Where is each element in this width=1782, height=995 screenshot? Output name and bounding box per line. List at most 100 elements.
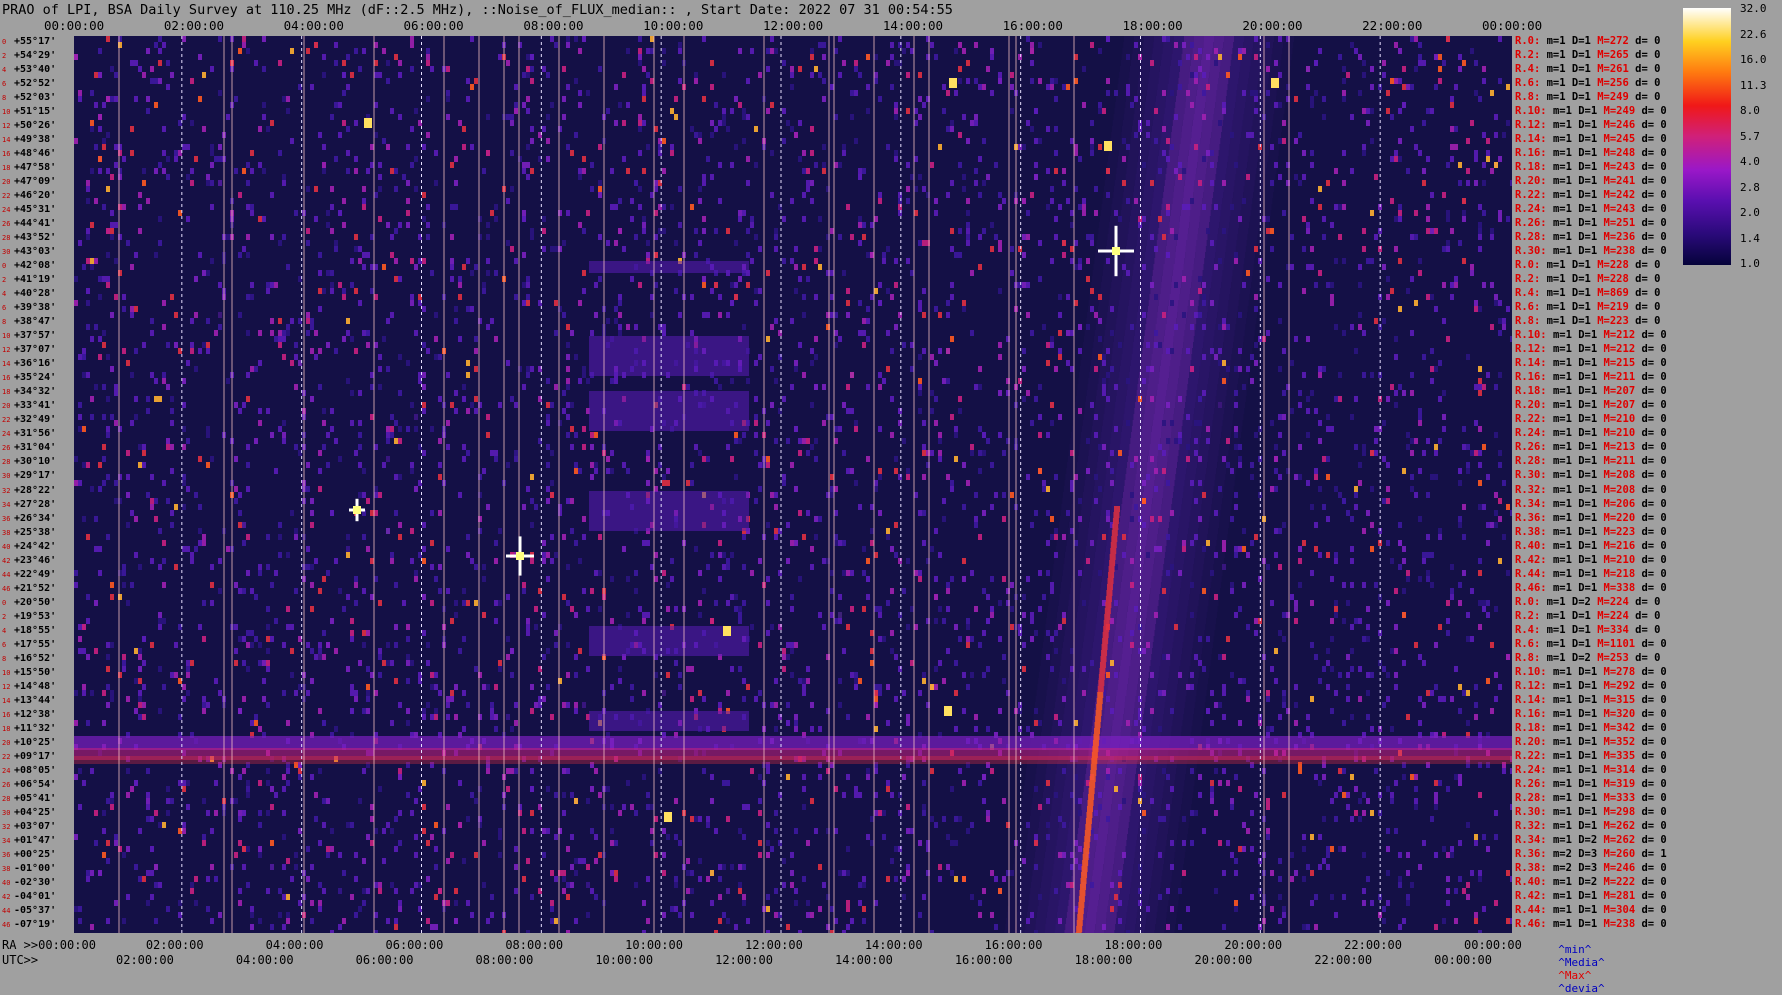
heatmap-cell [1182,48,1192,54]
heatmap-cell [1106,840,1116,846]
heatmap-cell [1358,54,1362,60]
heatmap-cell [1231,354,1241,360]
heatmap-cell [494,726,498,732]
heatmap-cell [362,768,366,774]
heatmap-cell [1210,288,1220,294]
heatmap-cell [1129,222,1139,228]
heatmap-cell [1115,324,1125,330]
heatmap-cell [1156,96,1166,102]
heatmap-cell [1174,36,1184,42]
heatmap-cell [1135,852,1145,858]
heatmap-cell [990,54,994,60]
heatmap-cell [1088,900,1098,906]
heatmap-cell [1144,786,1154,792]
heatmap-cell [370,264,374,270]
heatmap-cell [494,450,498,456]
heatmap-cell [554,918,558,924]
heatmap-cell [1030,912,1034,918]
heatmap-cell [1188,306,1198,312]
heatmap-cell [198,624,202,630]
heatmap-cell [842,60,846,66]
heatmap-cell [1314,924,1318,930]
heatmap-cell [890,630,894,636]
heatmap-cell [74,276,78,282]
heatmap-cell [1198,288,1202,294]
heatmap-cell [1189,150,1199,156]
heatmap-cell [1322,816,1326,822]
heatmap-cell [266,636,270,642]
heatmap-cell [1226,636,1230,642]
heatmap-cell [1390,288,1394,294]
heatmap-cell [1043,864,1053,870]
heatmap-cell [1074,840,1078,846]
heatmap-cell [1209,372,1219,378]
heatmap-cell [1162,420,1166,426]
heatmap-cell [1112,276,1122,282]
heatmap-cell [1159,594,1169,600]
heatmap-cell [1152,648,1162,654]
heatmap-cell [82,426,86,432]
heatmap-cell [1178,672,1182,678]
heatmap-cell [270,234,274,240]
heatmap-cell [1154,636,1164,642]
heatmap-cell [870,252,874,258]
heatmap-cell [1362,372,1366,378]
heatmap-cell [1221,432,1231,438]
heatmap-cell [506,240,510,246]
heatmap-cell [82,690,86,696]
heatmap-cell [1214,408,1224,414]
heatmap-cell [1138,78,1148,84]
heatmap-cell [1183,492,1193,498]
heatmap-cell [1129,594,1139,600]
heatmap-cell [1178,306,1188,312]
top-tick-label: 22:00:00 [1362,18,1422,33]
heatmap-cell [86,876,90,882]
heatmap-cell [1198,66,1202,72]
heatmap-cell [1226,246,1236,252]
heatmap-cell [374,486,378,492]
heatmap-cell [1078,516,1082,522]
heatmap-cell [210,150,214,156]
heatmap-cell [1366,672,1370,678]
heatmap-cell [1190,582,1194,588]
heatmap-cell [1142,870,1152,876]
heatmap-cell [1221,354,1231,360]
heatmap-cell [1241,210,1251,216]
heatmap-cell [1330,282,1334,288]
heatmap-cell [1046,618,1056,624]
heatmap-cell [1151,882,1161,888]
heatmap-cell [422,372,426,378]
heatmap-cell [1159,600,1169,606]
heatmap-cell [1233,420,1243,426]
heatmap-cell [526,276,530,282]
heatmap-cell [1249,150,1259,156]
heatmap-cell [1114,786,1118,792]
heatmap-cell [1262,204,1272,210]
heatmap-cell [294,588,298,594]
heatmap-cell [1115,480,1125,486]
heatmap-cell [1104,780,1114,786]
heatmap-cell [1213,570,1223,576]
heatmap-cell [1183,792,1193,798]
heatmap-cell [446,588,450,594]
heatmap-cell [690,666,694,672]
heatmap-cell [202,696,206,702]
heatmap-cell [922,678,926,684]
heatmap-cell [454,918,458,924]
heatmap-cell [774,228,778,234]
heatmap-cell [434,150,438,156]
heatmap-cell [194,312,198,318]
heatmap-cell [1169,72,1179,78]
heatmap-cell [794,246,798,252]
heatmap-cell [1168,900,1178,906]
heatmap-cell [1122,870,1132,876]
heatmap-cell [1189,444,1199,450]
heatmap-cell [1102,870,1112,876]
heatmap-cell [1077,390,1087,396]
heatmap-cell [1060,888,1070,894]
heatmap-cell [698,138,702,144]
heatmap-cell [1442,390,1446,396]
heatmap-cell [258,810,262,816]
heatmap-cell [1422,168,1426,174]
heatmap-cell [1152,576,1162,582]
